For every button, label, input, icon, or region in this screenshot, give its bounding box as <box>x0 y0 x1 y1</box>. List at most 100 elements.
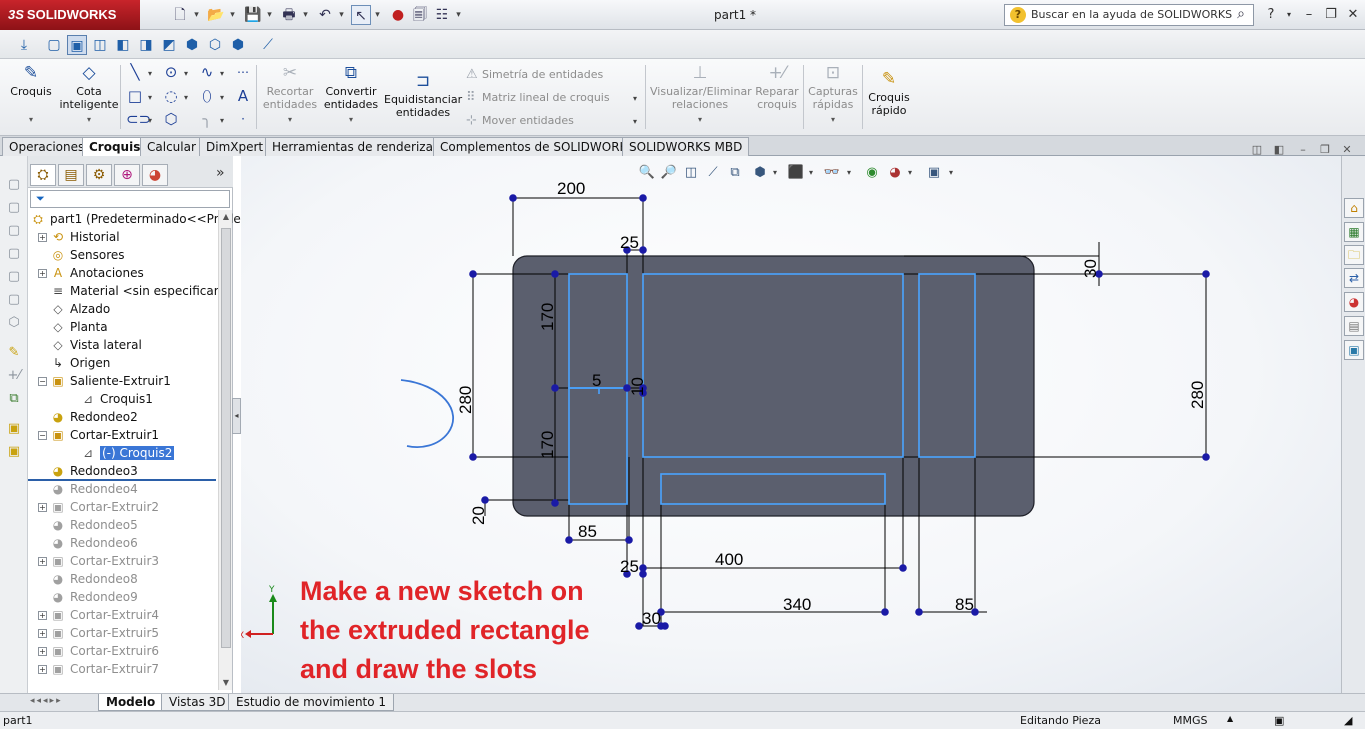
convertir-dropdown-caret[interactable]: ▾ <box>322 113 380 126</box>
tab-dimxpert[interactable]: DimXpert <box>199 137 271 156</box>
feature-tree-tab-icon[interactable]: ⛭ <box>30 164 56 186</box>
recortar-entidades-button[interactable]: ✂ Recortar entidades ▾ <box>262 63 318 126</box>
minimize-icon[interactable]: – <box>1300 6 1318 24</box>
viewport-tile-icon[interactable]: ◫ <box>1249 142 1265 158</box>
save-dropdown-caret[interactable]: ▾ <box>265 5 274 25</box>
tree-item[interactable]: + ▣ Cortar-Extruir5 <box>38 624 159 642</box>
tab-solidworks-mbd[interactable]: SOLIDWORKS MBD <box>622 137 750 156</box>
tree-item[interactable]: + ▣ Cortar-Extruir2 <box>38 498 159 516</box>
ellipse-dropdown-caret[interactable]: ▾ <box>220 93 224 102</box>
tab-modelo[interactable]: Modelo <box>98 694 164 711</box>
sketch-point[interactable] <box>481 496 489 504</box>
croquis-rapido-button[interactable]: ✎ Croquis rápido <box>866 69 912 117</box>
tree-item[interactable]: ◕ Redondeo8 <box>38 570 138 588</box>
search-icon[interactable]: ⌕ <box>1237 6 1245 22</box>
sketch-point[interactable] <box>551 384 559 392</box>
new-document-icon[interactable]: 🗋 <box>170 5 190 25</box>
tree-item[interactable]: ◕ Redondeo5 <box>38 516 138 534</box>
restore-icon[interactable]: ❐ <box>1322 6 1340 24</box>
tree-item[interactable]: + ▣ Cortar-Extruir6 <box>38 642 159 660</box>
center-line-icon[interactable]: ⊙ <box>162 63 180 81</box>
croquis-dropdown-caret[interactable]: ▾ <box>8 113 54 126</box>
tree-item[interactable]: ◇ Alzado <box>38 300 110 318</box>
tree-item[interactable]: ◕ Redondeo3 <box>38 462 138 480</box>
wireframe-icon[interactable]: ▢ <box>44 35 64 55</box>
sketch-point[interactable] <box>469 270 477 278</box>
tree-item[interactable]: ◕ Redondeo4 <box>38 480 138 498</box>
rebuild-icon[interactable]: ● <box>388 5 408 25</box>
sketch-point[interactable] <box>639 570 647 578</box>
tree-item[interactable]: ◕ Redondeo9 <box>38 588 138 606</box>
strip-feature-1-icon[interactable]: ▣ <box>5 420 23 438</box>
dimxpert-tab-icon[interactable]: ⊕ <box>114 164 140 186</box>
viewport-restore-icon[interactable]: ❐ <box>1317 142 1333 158</box>
tree-expand-toggle-icon[interactable]: + <box>38 611 47 620</box>
view-cube-2-icon[interactable]: ⬡ <box>205 35 225 55</box>
view-cube-1-icon[interactable]: ⬢ <box>182 35 202 55</box>
scroll-up-icon[interactable]: ▲ <box>219 210 233 224</box>
display-manager-tab-icon[interactable]: ◕ <box>142 164 168 186</box>
tree-item[interactable]: ◕ Redondeo6 <box>38 534 138 552</box>
capturas-rapidas-button[interactable]: ⊡ Capturas rápidas ▾ <box>807 63 859 126</box>
hidden-lines-removed-icon[interactable]: ◫ <box>90 35 110 55</box>
cota-dropdown-caret[interactable]: ▾ <box>58 113 120 126</box>
sketch-point[interactable] <box>899 564 907 572</box>
sketch-point[interactable] <box>469 453 477 461</box>
help-menu-icon[interactable]: ? <box>1262 6 1280 24</box>
strip-sweep-icon[interactable]: ▢ <box>5 222 23 240</box>
spline-dropdown-caret[interactable]: ▾ <box>220 69 224 78</box>
reparar-croquis-button[interactable]: +⁄ Reparar croquis <box>752 63 802 111</box>
open-dropdown-caret[interactable]: ▾ <box>228 5 237 25</box>
tree-item[interactable]: + ▣ Cortar-Extruir7 <box>38 660 159 678</box>
line-dropdown-caret[interactable]: ▾ <box>148 69 152 78</box>
tree-expand-toggle-icon[interactable]: − <box>38 431 47 440</box>
new-dropdown-caret[interactable]: ▾ <box>192 5 201 25</box>
tree-item[interactable]: ◎ Sensores <box>38 246 125 264</box>
tab-vistas-3d[interactable]: Vistas 3D <box>161 694 234 711</box>
tree-item[interactable]: + A Anotaciones <box>38 264 144 282</box>
visualizar-eliminar-relaciones-button[interactable]: ⊥ Visualizar/Eliminar relaciones ▾ <box>650 63 752 126</box>
shaded-icon[interactable]: ◨ <box>136 35 156 55</box>
slot-dropdown-caret[interactable]: ▾ <box>148 116 152 125</box>
tree-expand-toggle-icon[interactable]: + <box>38 557 47 566</box>
property-manager-tab-icon[interactable]: ▤ <box>58 164 84 186</box>
home-icon[interactable]: ⌂ <box>1344 198 1364 218</box>
panel-collapse-handle[interactable]: ◂ <box>232 398 241 434</box>
visualizar-dropdown-caret[interactable]: ▾ <box>650 113 750 126</box>
view-palette-icon[interactable]: ⇄ <box>1344 268 1364 288</box>
convertir-entidades-button[interactable]: ⧉ Convertir entidades ▾ <box>322 63 380 126</box>
mover-entidades-button[interactable]: ⊹ Mover entidades <box>466 113 574 128</box>
shaded-with-edges-icon[interactable]: ◧ <box>113 35 133 55</box>
tree-item[interactable]: ◇ Planta <box>38 318 107 336</box>
tab-scroll-arrows-icon[interactable]: ◂◂◂▸▸ <box>30 696 94 710</box>
more-tabs-icon[interactable]: » <box>216 165 225 181</box>
tree-expand-toggle-icon[interactable]: + <box>38 233 47 242</box>
strip-revolve-icon[interactable]: ▢ <box>5 199 23 217</box>
capturas-dropdown-caret[interactable]: ▾ <box>807 113 859 126</box>
draft-quality-icon[interactable]: ◩ <box>159 35 179 55</box>
tree-expand-toggle-icon[interactable]: + <box>38 269 47 278</box>
print-dropdown-caret[interactable]: ▾ <box>301 5 310 25</box>
tab-complementos[interactable]: Complementos de SOLIDWORKS <box>433 137 643 156</box>
sketch-point[interactable] <box>639 194 647 202</box>
tree-filter-input[interactable]: ⏷ <box>30 190 230 208</box>
feature-tree-scrollbar[interactable]: ▲ ▼ <box>218 210 232 690</box>
rectangle-dropdown-caret[interactable]: ▾ <box>148 93 152 102</box>
tree-root-part[interactable]: ⛭ part1 (Predeterminado<<Prede <box>30 210 241 228</box>
sketch-point[interactable] <box>1202 453 1210 461</box>
tree-expand-toggle-icon[interactable]: + <box>38 629 47 638</box>
undo-icon[interactable]: ↶ <box>315 5 335 25</box>
status-units[interactable]: MMGS <box>1173 714 1208 727</box>
matriz-dropdown-caret[interactable]: ▾ <box>633 94 637 103</box>
rebuild-status-icon[interactable]: ▣ <box>1274 714 1284 727</box>
design-library-icon[interactable]: ▦ <box>1344 222 1364 242</box>
tree-item[interactable]: ⊿ Croquis1 <box>68 390 153 408</box>
undo-dropdown-caret[interactable]: ▾ <box>337 5 346 25</box>
viewport-minimize-icon[interactable]: – <box>1295 142 1311 158</box>
configuration-manager-tab-icon[interactable]: ⚙ <box>86 164 112 186</box>
sketch-point[interactable] <box>551 270 559 278</box>
sketch-point[interactable] <box>509 194 517 202</box>
arc-dropdown-caret[interactable]: ▾ <box>184 93 188 102</box>
help-dropdown-caret[interactable]: ▾ <box>1280 6 1298 24</box>
sketch-point[interactable] <box>1202 270 1210 278</box>
